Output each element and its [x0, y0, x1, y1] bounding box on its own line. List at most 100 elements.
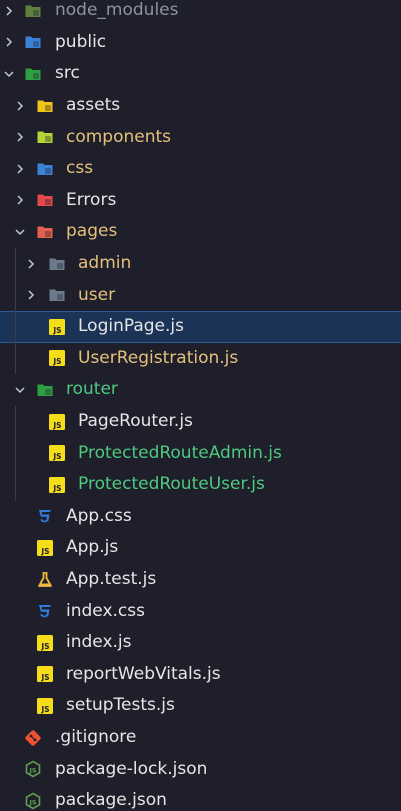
folder-row-errors[interactable]: Errors [0, 185, 401, 217]
svg-text:JS: JS [28, 766, 36, 774]
svg-text:JS: JS [40, 642, 49, 651]
folder-row-src[interactable]: src [0, 58, 401, 90]
file-row-gitignore[interactable]: .gitignore [0, 722, 401, 754]
tree-item-label: router [66, 379, 118, 400]
file-row-protectedrouteadmin-js[interactable]: JS ProtectedRouteAdmin.js [0, 437, 401, 469]
nodejs-icon: JS [24, 760, 42, 778]
css-file-icon [36, 507, 54, 525]
tree-item-label: PageRouter.js [78, 411, 193, 432]
tree-item-label: UserRegistration.js [78, 347, 239, 368]
folder-row-assets[interactable]: assets [0, 90, 401, 122]
js-file-icon: JS [48, 476, 66, 494]
tree-item-label: App.css [66, 505, 132, 526]
js-file-icon: JS [36, 697, 54, 715]
folder-row-router[interactable]: router [0, 374, 401, 406]
svg-text:JS: JS [52, 452, 61, 461]
js-file-icon: JS [48, 444, 66, 462]
test-flask-icon [36, 571, 54, 589]
file-row-package-json[interactable]: JS package.json [0, 785, 401, 811]
svg-text:JS: JS [52, 357, 61, 366]
tree-item-label: App.js [66, 537, 119, 558]
tree-item-label: src [55, 63, 80, 84]
chevron-down-icon[interactable] [13, 383, 27, 397]
file-row-pagerouter-js[interactable]: JS PageRouter.js [0, 406, 401, 438]
pages-indent-guide [15, 247, 16, 375]
chevron-right-icon[interactable] [13, 193, 27, 207]
file-row-reportwebvitals-js[interactable]: JS reportWebVitals.js [0, 659, 401, 691]
public-folder-icon [24, 33, 42, 51]
folder-row-user[interactable]: user [0, 279, 401, 311]
tree-item-label: .gitignore [55, 727, 137, 748]
folder-row-admin[interactable]: admin [0, 248, 401, 280]
tree-item-label: assets [66, 95, 121, 116]
svg-text:JS: JS [52, 421, 61, 430]
admin-folder-icon [48, 255, 66, 273]
file-explorer: node_modulespublic src assets components css… [0, 0, 401, 811]
folder-row-pages[interactable]: pages [0, 216, 401, 248]
errors-folder-icon [36, 191, 54, 209]
chevron-right-icon[interactable] [2, 4, 16, 18]
tree-item-label: user [78, 284, 116, 305]
tree-item-label: components [66, 126, 172, 147]
tree-item-label: index.css [66, 600, 145, 621]
css-folder-icon [36, 160, 54, 178]
chevron-right-icon[interactable] [13, 130, 27, 144]
tree-item-label: index.js [66, 632, 132, 653]
svg-text:JS: JS [40, 547, 49, 556]
tree-item-label: node_modules [55, 0, 179, 21]
tree-item-label: App.test.js [66, 569, 157, 590]
tree-item-label: Errors [66, 189, 117, 210]
pages-folder-icon [36, 223, 54, 241]
file-row-package-lock-json[interactable]: JS package-lock.json [0, 753, 401, 785]
file-row-loginpage-js[interactable]: JS LoginPage.js [0, 311, 401, 343]
tree-item-label: pages [66, 221, 118, 242]
git-icon [24, 729, 42, 747]
tree-item-label: reportWebVitals.js [66, 663, 221, 684]
tree-item-label: ProtectedRouteAdmin.js [78, 442, 282, 463]
folder-row-components[interactable]: components [0, 121, 401, 153]
js-file-icon: JS [48, 413, 66, 431]
folder-row-node-modules[interactable]: node_modules [0, 0, 401, 27]
js-file-icon: JS [36, 665, 54, 683]
svg-text:JS: JS [28, 798, 36, 806]
chevron-down-icon[interactable] [13, 225, 27, 239]
svg-text:JS: JS [40, 705, 49, 714]
chevron-right-icon[interactable] [13, 99, 27, 113]
file-row-protectedrouteuser-js[interactable]: JS ProtectedRouteUser.js [0, 469, 401, 501]
svg-text:JS: JS [40, 673, 49, 682]
tree-item-label: LoginPage.js [78, 316, 185, 337]
tree-item-label: setupTests.js [66, 695, 175, 716]
file-row-app-test-js[interactable]: App.test.js [0, 564, 401, 596]
tree-item-label: css [66, 158, 94, 179]
js-file-icon: JS [36, 539, 54, 557]
css-file-icon [36, 602, 54, 620]
file-row-setuptests-js[interactable]: JS setupTests.js [0, 690, 401, 722]
tree-item-label: ProtectedRouteUser.js [78, 474, 265, 495]
svg-text:JS: JS [52, 326, 61, 335]
chevron-right-icon[interactable] [13, 162, 27, 176]
file-row-userregistration-js[interactable]: JS UserRegistration.js [0, 343, 401, 375]
router-indent-guide [15, 405, 16, 501]
router-folder-icon [36, 381, 54, 399]
file-row-app-js[interactable]: JS App.js [0, 532, 401, 564]
chevron-down-icon[interactable] [2, 67, 16, 81]
chevron-right-icon[interactable] [24, 288, 38, 302]
nodejs-icon: JS [24, 792, 42, 810]
js-file-icon: JS [48, 349, 66, 367]
file-row-index-css[interactable]: index.css [0, 595, 401, 627]
file-row-index-js[interactable]: JS index.js [0, 627, 401, 659]
tree-item-label: package.json [55, 790, 167, 811]
chevron-right-icon[interactable] [24, 257, 38, 271]
svg-text:JS: JS [52, 484, 61, 493]
js-file-icon: JS [36, 634, 54, 652]
file-row-app-css[interactable]: App.css [0, 501, 401, 533]
folder-row-public[interactable]: public [0, 27, 401, 59]
tree-item-label: public [55, 31, 107, 52]
node-modules-folder-icon [24, 2, 42, 20]
assets-folder-icon [36, 97, 54, 115]
tree-item-label: admin [78, 253, 132, 274]
user-folder-icon [48, 286, 66, 304]
chevron-right-icon[interactable] [2, 35, 16, 49]
folder-row-css[interactable]: css [0, 153, 401, 185]
js-file-icon: JS [48, 318, 66, 336]
